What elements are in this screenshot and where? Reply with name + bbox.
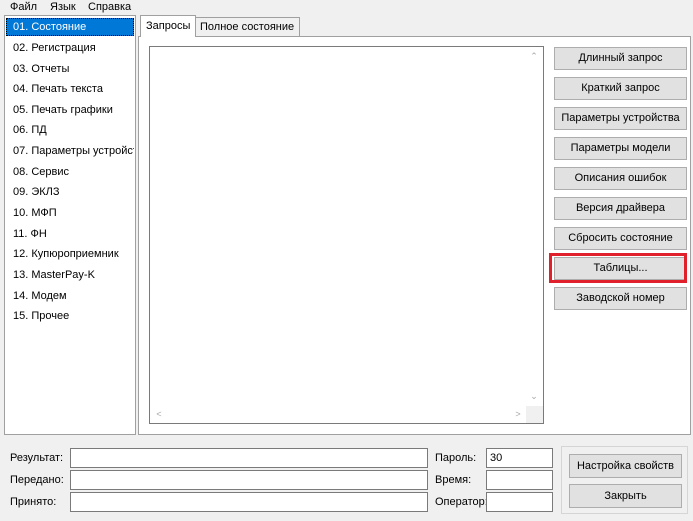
scroll-up-icon[interactable]: ⌃ <box>528 51 540 61</box>
operator-label: Оператор: <box>435 496 488 508</box>
menu-file[interactable]: Файл <box>10 0 37 15</box>
result-label: Результат: <box>10 452 64 464</box>
tab-requests[interactable]: Запросы <box>140 15 197 37</box>
long-request-button[interactable]: Длинный запрос <box>554 47 687 70</box>
sent-field[interactable] <box>70 470 428 490</box>
sidebar-item-print-text[interactable]: 04. Печать текста <box>6 80 134 98</box>
error-descriptions-button[interactable]: Описания ошибок <box>554 167 687 190</box>
sidebar-item-print-graphics[interactable]: 05. Печать графики <box>6 101 134 119</box>
device-params-button[interactable]: Параметры устройства <box>554 107 687 130</box>
output-memo[interactable]: ⌃ ⌄ < > <box>149 46 544 424</box>
horizontal-scrollbar[interactable]: < > <box>150 406 526 423</box>
sidebar-list[interactable]: 01. Состояние 02. Регистрация 03. Отчеты… <box>4 15 136 435</box>
sidebar-item-other[interactable]: 15. Прочее <box>6 307 134 325</box>
sidebar-item-reports[interactable]: 03. Отчеты <box>6 60 134 78</box>
sidebar-item-mfp[interactable]: 10. МФП <box>6 204 134 222</box>
sidebar-item-fn[interactable]: 11. ФН <box>6 225 134 243</box>
menu-language[interactable]: Язык <box>50 0 76 15</box>
close-button[interactable]: Закрыть <box>569 484 682 508</box>
scroll-left-icon[interactable]: < <box>153 409 165 419</box>
password-label: Пароль: <box>435 452 477 464</box>
received-label: Принято: <box>10 496 57 508</box>
sidebar-item-modem[interactable]: 14. Модем <box>6 287 134 305</box>
sidebar-item-status[interactable]: 01. Состояние <box>6 18 134 36</box>
scrollbar-corner <box>526 406 543 423</box>
sidebar-item-pd[interactable]: 06. ПД <box>6 121 134 139</box>
model-params-button[interactable]: Параметры модели <box>554 137 687 160</box>
sidebar-item-device-params[interactable]: 07. Параметры устройства <box>6 142 134 160</box>
tab-full-status[interactable]: Полное состояние <box>194 17 301 36</box>
operator-field[interactable] <box>486 492 553 512</box>
tables-highlight-frame <box>549 253 687 283</box>
driver-version-button[interactable]: Версия драйвера <box>554 197 687 220</box>
scroll-right-icon[interactable]: > <box>512 409 524 419</box>
sent-label: Передано: <box>10 474 64 486</box>
time-label: Время: <box>435 474 472 486</box>
sidebar-item-bill-acceptor[interactable]: 12. Купюроприемник <box>6 245 134 263</box>
sidebar-item-registration[interactable]: 02. Регистрация <box>6 39 134 57</box>
sidebar-item-masterpay[interactable]: 13. MasterPay-K <box>6 266 134 284</box>
time-field[interactable] <box>486 470 553 490</box>
received-field[interactable] <box>70 492 428 512</box>
sidebar-item-service[interactable]: 08. Сервис <box>6 163 134 181</box>
vertical-scrollbar[interactable]: ⌃ ⌄ <box>526 47 543 407</box>
reset-state-button[interactable]: Сбросить состояние <box>554 227 687 250</box>
sidebar-item-eklz[interactable]: 09. ЭКЛЗ <box>6 183 134 201</box>
serial-number-button[interactable]: Заводской номер <box>554 287 687 310</box>
menu-bar: Файл Язык Справка <box>0 0 693 15</box>
settings-button[interactable]: Настройка свойств <box>569 454 682 478</box>
scroll-down-icon[interactable]: ⌄ <box>528 391 540 401</box>
password-field[interactable]: 30 <box>486 448 553 468</box>
menu-help[interactable]: Справка <box>88 0 131 15</box>
result-field[interactable] <box>70 448 428 468</box>
short-request-button[interactable]: Краткий запрос <box>554 77 687 100</box>
